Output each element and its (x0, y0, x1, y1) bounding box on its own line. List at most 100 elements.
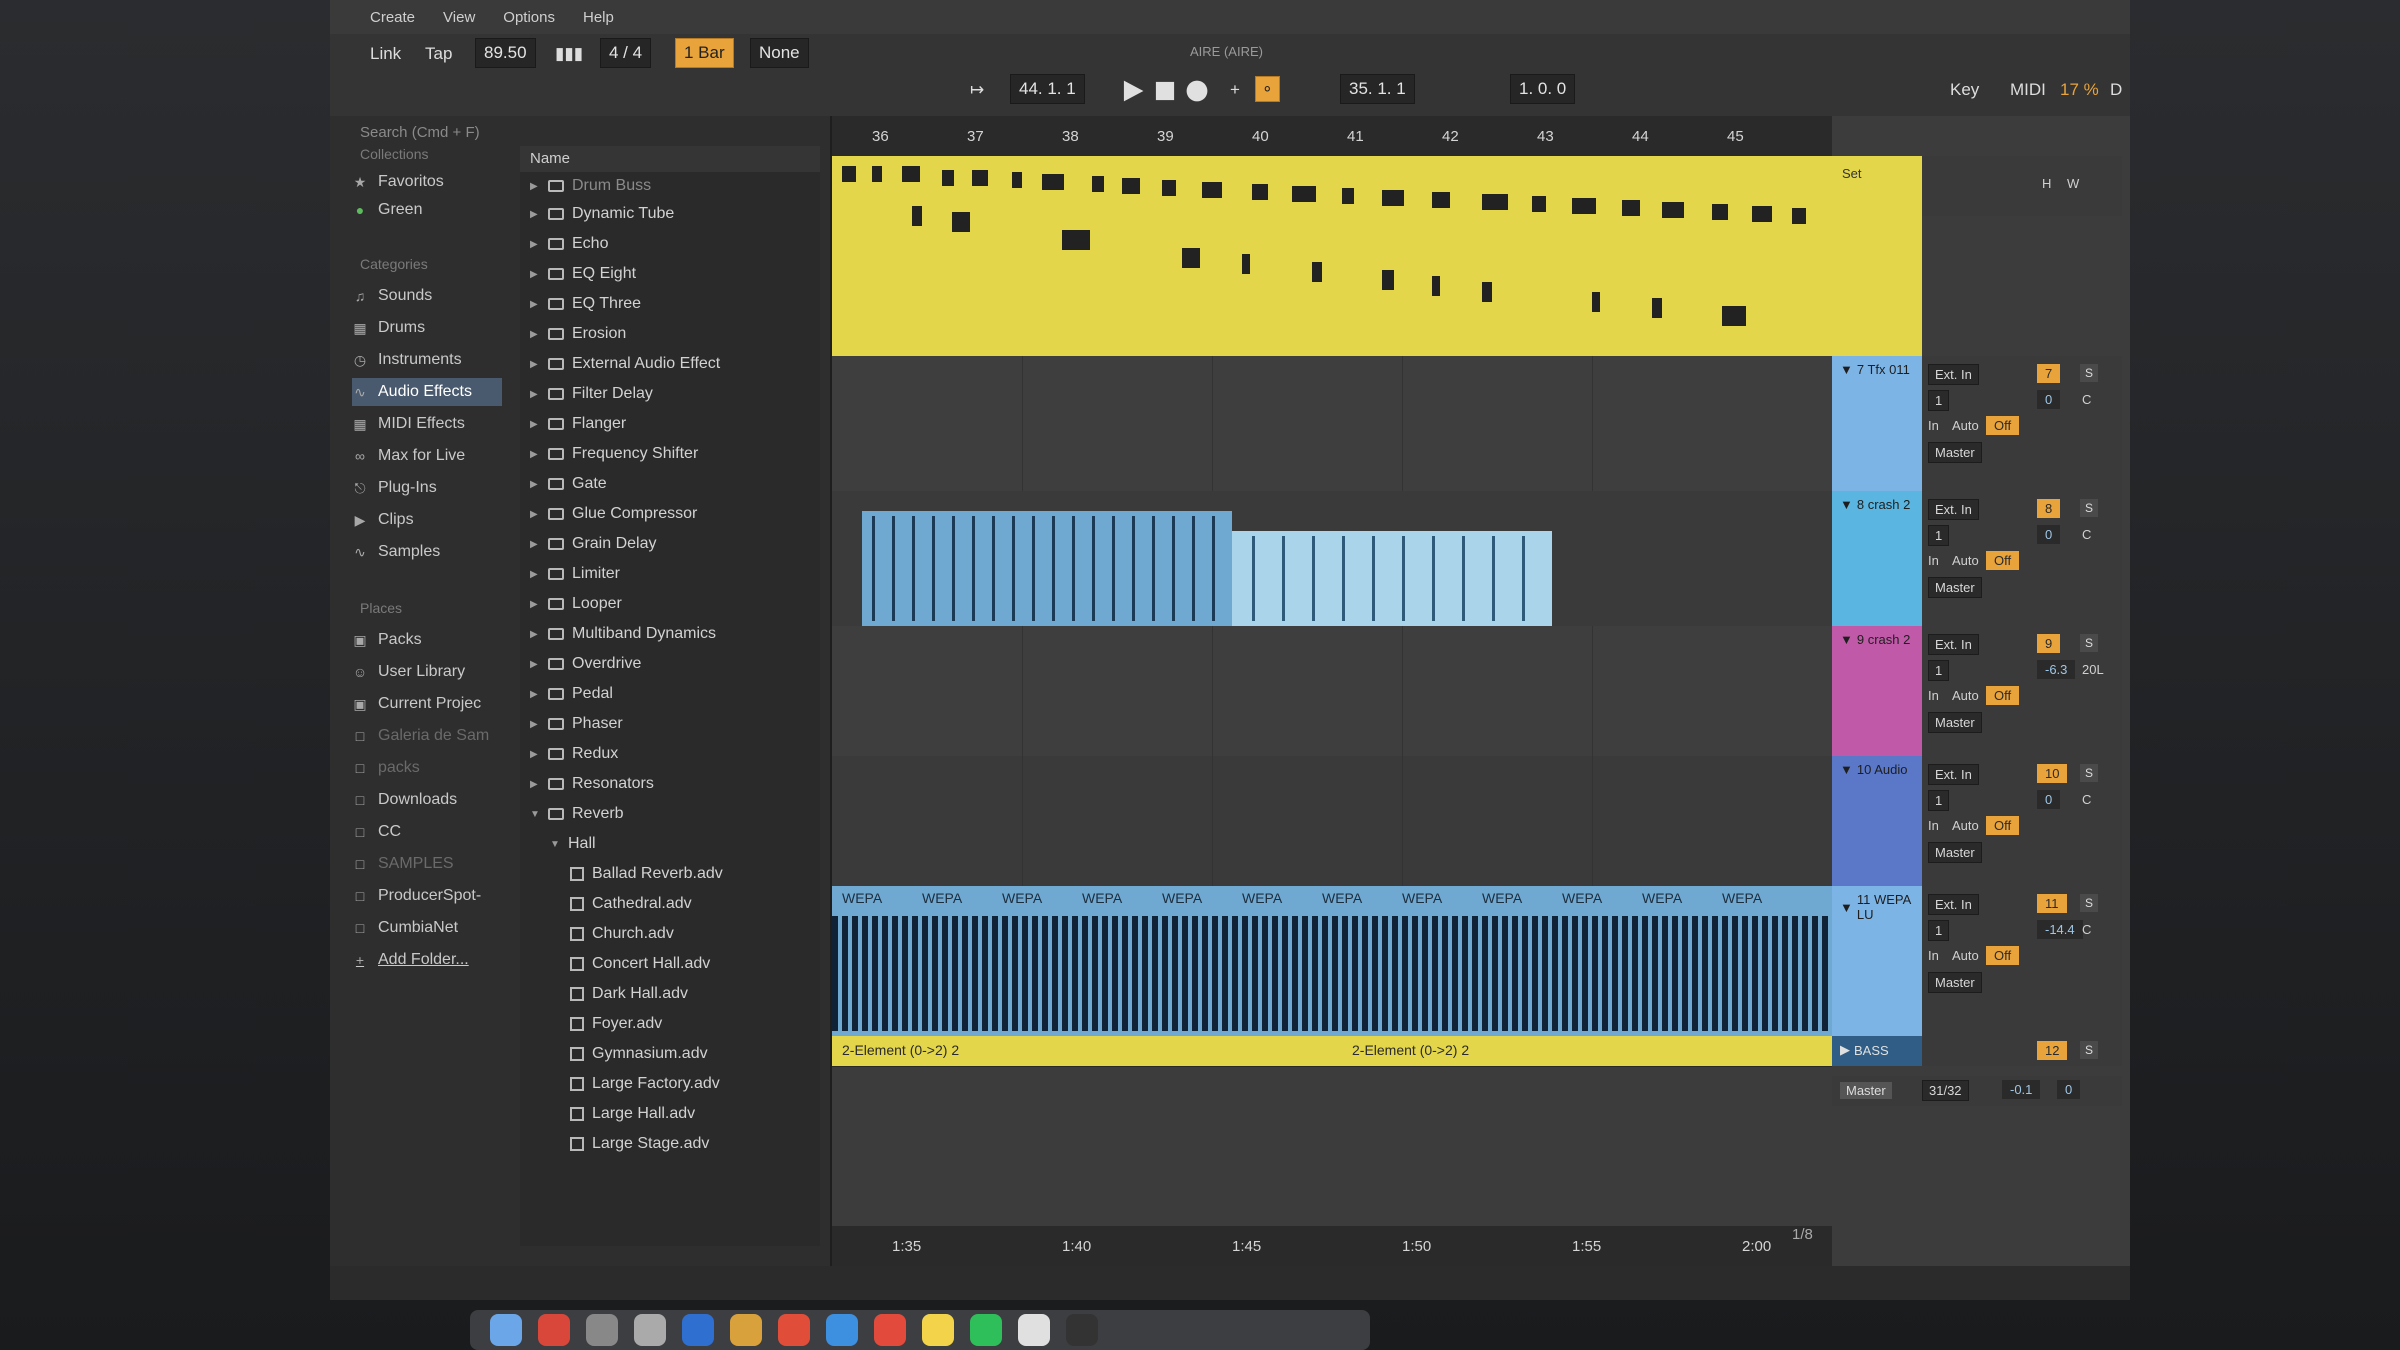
link-button[interactable]: Link (370, 44, 401, 64)
browser-item[interactable]: ▶ Dynamic Tube (530, 200, 674, 228)
preset-file[interactable]: Church.adv (570, 920, 674, 948)
record-icon[interactable] (1184, 78, 1210, 104)
menu-view[interactable]: View (443, 9, 475, 26)
track-lane-8[interactable] (832, 491, 1832, 627)
h-toggle[interactable]: H (2042, 176, 2051, 191)
monitor-off-button[interactable]: Off (1986, 686, 2020, 705)
track-fold-icon[interactable]: ▼ (1840, 497, 1853, 512)
category-clips[interactable]: ▶ Clips (352, 506, 502, 534)
track-header-bass[interactable]: ▶ BASS (1832, 1036, 1922, 1066)
play-icon[interactable] (1120, 78, 1146, 104)
input-channel-select[interactable]: 1 (1928, 390, 1950, 411)
solo-button[interactable]: S (2080, 1041, 2098, 1059)
app-icon[interactable] (1018, 1314, 1050, 1346)
track-activator[interactable]: 9 (2037, 634, 2061, 653)
input-channel-select[interactable]: 1 (1928, 790, 1950, 811)
quantize-select[interactable]: None (750, 38, 809, 68)
preset-file[interactable]: Cathedral.adv (570, 890, 692, 918)
midi-clip[interactable] (832, 156, 1832, 356)
output-select[interactable]: Master (1928, 442, 1982, 463)
browser-item[interactable]: ▶ External Audio Effect (530, 350, 720, 378)
monitor-off-button[interactable]: Off (1986, 816, 2020, 835)
browser-item[interactable]: ▶ Filter Delay (530, 380, 653, 408)
place-downloads[interactable]: □ Downloads (352, 786, 502, 814)
output-select[interactable]: Master (1928, 712, 1982, 733)
loop-length-field[interactable]: 1. 0. 0 (1510, 74, 1576, 104)
input-type-select[interactable]: Ext. In (1928, 364, 1979, 385)
volume-field[interactable]: 0 (2037, 790, 2061, 809)
place-samples[interactable]: □ SAMPLES (352, 850, 502, 878)
browser-item[interactable]: ▶ Limiter (530, 560, 620, 588)
finder-icon[interactable] (490, 1314, 522, 1346)
browser-item[interactable]: ▶ Multiband Dynamics (530, 620, 716, 648)
output-select[interactable]: Master (1928, 972, 1982, 993)
tap-button[interactable]: Tap (425, 44, 452, 64)
time-signature[interactable]: 4 / 4 (600, 38, 652, 68)
follow-icon[interactable]: ↦ (970, 80, 984, 100)
automation-arm-icon[interactable]: ∘ (1255, 76, 1280, 102)
browser-item[interactable]: ▶ Flanger (530, 410, 626, 438)
output-select[interactable]: Master (1928, 842, 1982, 863)
notes-icon[interactable] (922, 1314, 954, 1346)
overdub-icon[interactable]: + (1230, 80, 1240, 100)
monitor-in-button[interactable]: In (1928, 418, 1939, 433)
audio-clip[interactable] (862, 511, 1232, 626)
midi-map-button[interactable]: MIDI (2010, 80, 2046, 100)
browser-search-input[interactable]: Search (Cmd + F) (360, 124, 480, 141)
track-fold-icon[interactable]: ▼ (1840, 900, 1853, 915)
track-lane-9[interactable] (832, 626, 1832, 757)
midi-track-lane[interactable] (832, 156, 1832, 357)
input-type-select[interactable]: Ext. In (1928, 634, 1979, 655)
menu-create[interactable]: Create (370, 9, 415, 26)
master-value[interactable]: 0 (2057, 1080, 2081, 1099)
menu-options[interactable]: Options (503, 9, 555, 26)
output-select[interactable]: Master (1928, 577, 1982, 598)
preset-file[interactable]: Foyer.adv (570, 1010, 662, 1038)
browser-item[interactable]: ▶ Gate (530, 470, 607, 498)
wepa-audio-clip[interactable]: WEPA WEPA WEPA WEPA WEPA WEPA WEPA WEPA … (832, 886, 1832, 1036)
browser-item-reverb[interactable]: ▼ Reverb (530, 800, 624, 828)
preset-file[interactable]: Large Stage.adv (570, 1130, 709, 1158)
volume-field[interactable]: 0 (2037, 390, 2061, 409)
monitor-off-button[interactable]: Off (1986, 416, 2020, 435)
monitor-auto-button[interactable]: Auto (1952, 818, 1979, 833)
app-icon[interactable] (778, 1314, 810, 1346)
solo-button[interactable]: S (2080, 634, 2098, 652)
input-channel-select[interactable]: 1 (1928, 525, 1950, 546)
solo-button[interactable]: S (2080, 764, 2098, 782)
preset-file[interactable]: Dark Hall.adv (570, 980, 688, 1008)
master-meter-select[interactable]: 31/32 (1922, 1080, 1969, 1101)
browser-item[interactable]: ▶ Pedal (530, 680, 613, 708)
volume-field[interactable]: -6.3 (2037, 660, 2076, 679)
category-samples[interactable]: ∿ Samples (352, 538, 502, 566)
monitor-auto-button[interactable]: Auto (1952, 688, 1979, 703)
category-plug-ins[interactable]: ⎋ Plug-Ins (352, 474, 502, 502)
place-user-library[interactable]: ☺ User Library (352, 658, 502, 686)
track-header-10[interactable]: ▼ 10 Audio (1832, 756, 1922, 886)
monitor-in-button[interactable]: In (1928, 553, 1939, 568)
w-toggle[interactable]: W (2067, 176, 2079, 191)
browser-item[interactable]: ▶ Drum Buss (530, 172, 651, 200)
preset-file[interactable]: Large Hall.adv (570, 1100, 695, 1128)
category-audio-effects[interactable]: ∿ Audio Effects (352, 378, 502, 406)
pan-field[interactable]: C (2082, 792, 2091, 807)
browser-item[interactable]: ▶ Echo (530, 230, 608, 258)
loop-mode-button[interactable]: 1 Bar (675, 38, 734, 68)
solo-button[interactable]: S (2080, 499, 2098, 517)
browser-item[interactable]: ▶ Glue Compressor (530, 500, 697, 528)
browser-item[interactable]: ▶ Resonators (530, 770, 654, 798)
track-lane-11[interactable]: WEPA WEPA WEPA WEPA WEPA WEPA WEPA WEPA … (832, 886, 1832, 1067)
input-channel-select[interactable]: 1 (1928, 920, 1950, 941)
preset-file[interactable]: Ballad Reverb.adv (570, 860, 723, 888)
menu-help[interactable]: Help (583, 9, 614, 26)
pan-field[interactable]: C (2082, 392, 2091, 407)
place-galeria[interactable]: □ Galeria de Sam (352, 722, 502, 750)
spotify-icon[interactable] (970, 1314, 1002, 1346)
place-cc[interactable]: □ CC (352, 818, 502, 846)
metronome-icon[interactable]: ▮▮▮ (555, 44, 583, 64)
track-lane-10[interactable] (832, 756, 1832, 887)
time-ruler[interactable]: 1:35 1:40 1:45 1:50 1:55 2:00 1/8 (832, 1226, 1832, 1266)
dropbox-icon[interactable] (682, 1314, 714, 1346)
track-fold-icon[interactable]: ▼ (1840, 762, 1853, 777)
pan-field[interactable]: C (2082, 527, 2091, 542)
